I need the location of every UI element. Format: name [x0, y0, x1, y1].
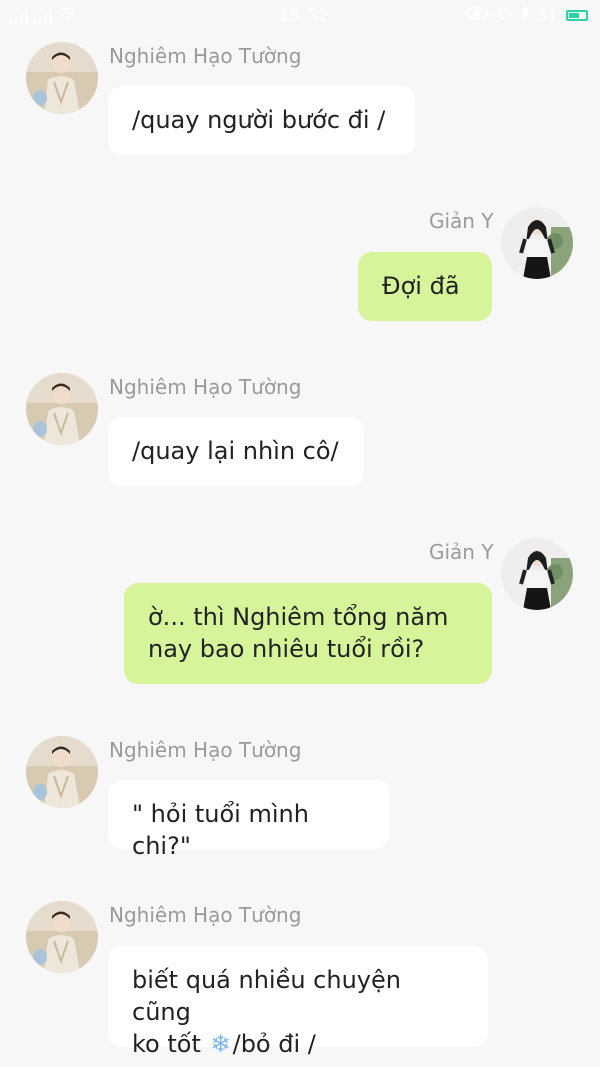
sender-name: Nghiêm Hạo Tường	[109, 738, 302, 762]
battery-level: 51	[537, 5, 558, 25]
message-text-segment: /bỏ đi /	[232, 1030, 316, 1058]
message-text-line-1: biết quá nhiều chuyện cũng	[132, 966, 401, 1026]
message-text: " hỏi tuổi mình chi?"	[132, 800, 309, 860]
message-bubble[interactable]: Đợi đã	[358, 252, 492, 321]
wifi-icon	[58, 6, 76, 25]
message-bubble[interactable]: " hỏi tuổi mình chi?"	[108, 780, 390, 860]
eye-icon	[463, 5, 491, 25]
bluetooth-icon	[520, 5, 530, 25]
signal-icon	[10, 9, 28, 23]
alarm-icon	[498, 5, 512, 25]
message-bubble[interactable]: /quay người bước đi /	[108, 86, 415, 155]
message-text: /quay lại nhìn cô/	[132, 437, 339, 465]
woman-avatar-icon[interactable]	[501, 538, 573, 610]
status-bar: 15:52 51	[0, 0, 600, 32]
message-text-line-2: ko tốt ❄/bỏ đi /	[132, 1028, 464, 1060]
clock: 15:52	[278, 6, 330, 26]
sender-name: Giản Y	[429, 209, 494, 233]
message-text-segment: ko tốt	[132, 1030, 201, 1058]
message-bubble[interactable]: ờ... thì Nghiêm tổng năm nay bao nhiêu t…	[124, 583, 492, 684]
message-text: /quay người bước đi /	[132, 106, 386, 134]
message-text-line-1: ờ... thì Nghiêm tổng năm	[148, 603, 449, 631]
signal-icon-2	[34, 9, 52, 23]
sender-name: Nghiêm Hạo Tường	[109, 44, 302, 68]
chat-screen: 15:52 51 Nghiêm Hạo Tường /quay người bư…	[0, 0, 600, 1067]
sender-name: Nghiêm Hạo Tường	[109, 375, 302, 399]
status-icons: 51	[463, 5, 588, 25]
message-text-line-2: nay bao nhiêu tuổi rồi?	[148, 635, 425, 663]
man-avatar-icon[interactable]	[26, 373, 98, 445]
message-text: Đợi đã	[382, 272, 460, 300]
sender-name: Giản Y	[429, 540, 494, 564]
sender-name: Nghiêm Hạo Tường	[109, 903, 302, 927]
signal-wifi-group	[10, 6, 76, 25]
woman-avatar-icon[interactable]	[501, 207, 573, 279]
man-avatar-icon[interactable]	[26, 42, 98, 114]
snowflake-icon: ❄	[210, 1030, 231, 1058]
message-bubble[interactable]: /quay lại nhìn cô/	[108, 417, 364, 486]
man-avatar-icon[interactable]	[26, 901, 98, 973]
message-bubble[interactable]: biết quá nhiều chuyện cũng ko tốt ❄/bỏ đ…	[108, 946, 488, 1058]
man-avatar-icon[interactable]	[26, 736, 98, 808]
battery-icon	[566, 9, 588, 21]
